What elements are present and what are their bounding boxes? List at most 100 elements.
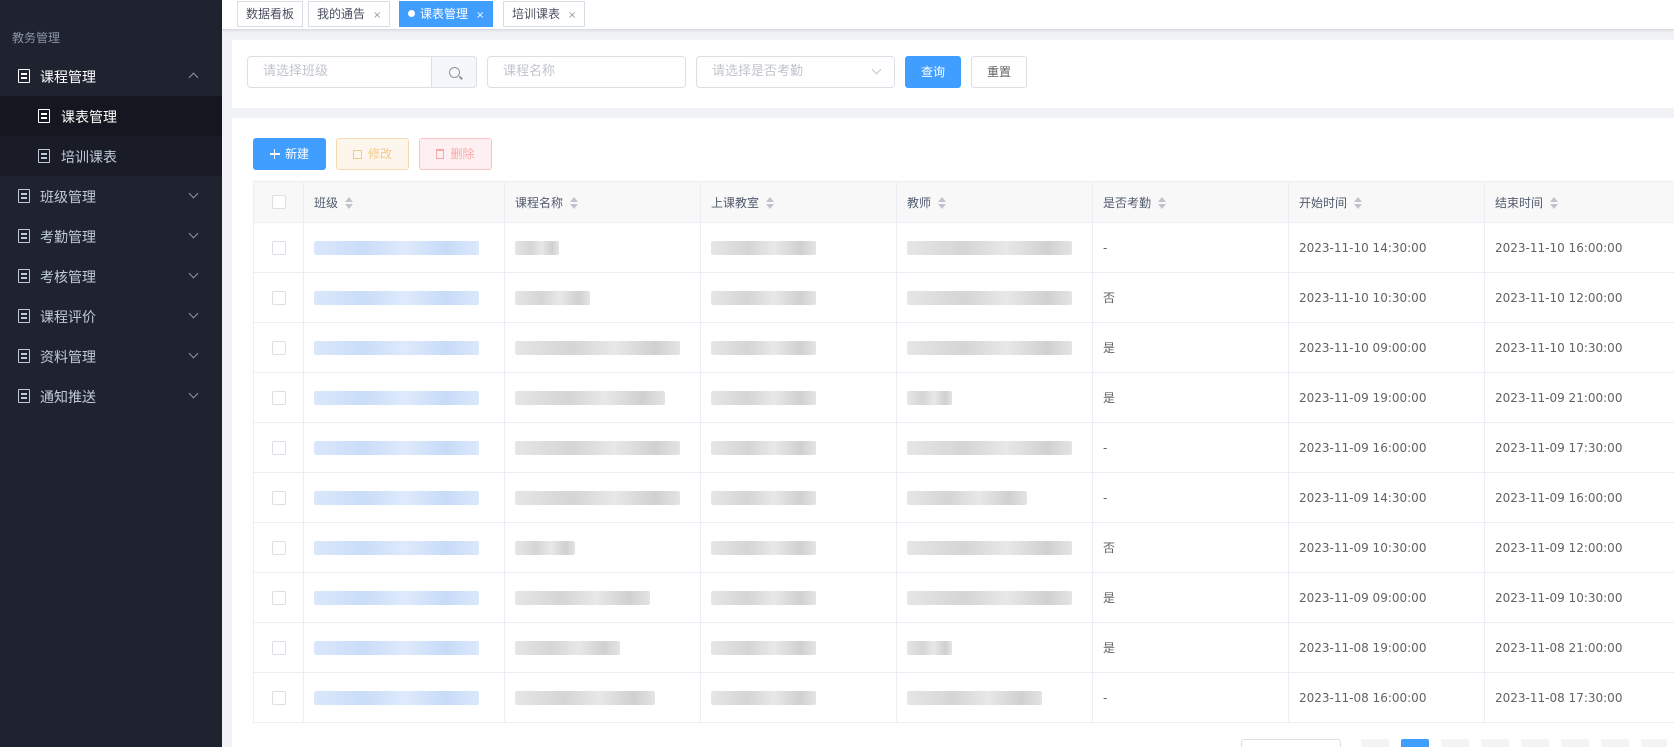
sort-icon[interactable] bbox=[1549, 196, 1559, 209]
course-name-input[interactable]: 课程名称 bbox=[487, 56, 686, 88]
select-all-checkbox[interactable] bbox=[271, 195, 286, 210]
row-checkbox[interactable] bbox=[271, 540, 286, 555]
sort-icon[interactable] bbox=[344, 196, 354, 209]
column-header-class[interactable]: 班级 bbox=[303, 181, 505, 223]
sidebar: 教务管理 课程管理 课表管理 培训课表 班级管理 考勤管理 考核管理 课程评价 … bbox=[0, 0, 222, 747]
row-checkbox[interactable] bbox=[271, 440, 286, 455]
row-checkbox[interactable] bbox=[271, 340, 286, 355]
column-header-label: 开始时间 bbox=[1299, 195, 1348, 210]
edit-button[interactable]: 修改 bbox=[336, 138, 409, 170]
end-time-cell: 2023-11-10 12:00:00 bbox=[1484, 272, 1674, 323]
class-link-redacted[interactable] bbox=[314, 440, 479, 455]
chevron-down-icon bbox=[871, 64, 882, 75]
redacted-text bbox=[907, 290, 1072, 305]
column-header-attendance[interactable]: 是否考勤 bbox=[1092, 181, 1289, 223]
sidebar-item-notification-push[interactable]: 通知推送 bbox=[0, 376, 222, 416]
close-icon[interactable]: × bbox=[373, 4, 381, 28]
page-button[interactable] bbox=[1481, 739, 1509, 747]
tab-data-dashboard[interactable]: 数据看板 bbox=[237, 1, 304, 27]
start-time-cell: 2023-11-10 14:30:00 bbox=[1288, 222, 1485, 273]
sort-icon[interactable] bbox=[765, 196, 775, 209]
start-time-cell: 2023-11-09 10:30:00 bbox=[1288, 522, 1485, 573]
sidebar-item-assessment-management[interactable]: 考核管理 bbox=[0, 256, 222, 296]
page-button[interactable] bbox=[1521, 739, 1549, 747]
redacted-text bbox=[907, 640, 952, 655]
select-all-cell bbox=[253, 181, 304, 223]
sidebar-item-course-management[interactable]: 课程管理 bbox=[0, 56, 222, 96]
class-link-redacted[interactable] bbox=[314, 540, 479, 555]
next-page-button[interactable] bbox=[1641, 739, 1667, 747]
class-link-redacted[interactable] bbox=[314, 590, 479, 605]
page-button[interactable] bbox=[1441, 739, 1469, 747]
row-checkbox[interactable] bbox=[271, 290, 286, 305]
redacted-text bbox=[711, 440, 816, 455]
class-select-input[interactable]: 请选择班级 bbox=[247, 56, 477, 88]
page-size-select[interactable] bbox=[1241, 739, 1341, 747]
sort-icon[interactable] bbox=[1353, 196, 1363, 209]
redacted-text bbox=[907, 540, 1072, 555]
delete-button[interactable]: 删除 bbox=[419, 138, 492, 170]
sort-icon[interactable] bbox=[1157, 196, 1167, 209]
table-row[interactable]: - 2023-11-10 14:30:00 2023-11-10 16:00:0… bbox=[253, 222, 1674, 273]
close-icon[interactable]: × bbox=[568, 4, 576, 28]
class-link-redacted[interactable] bbox=[314, 640, 479, 655]
row-checkbox[interactable] bbox=[271, 490, 286, 505]
tab-training-schedule[interactable]: 培训课表 × bbox=[503, 1, 586, 28]
column-header-course-name[interactable]: 课程名称 bbox=[504, 181, 701, 223]
row-checkbox[interactable] bbox=[271, 390, 286, 405]
table-row[interactable]: - 2023-11-08 16:00:00 2023-11-08 17:30:0… bbox=[253, 672, 1674, 723]
table-row[interactable]: 是 2023-11-09 19:00:00 2023-11-09 21:00:0… bbox=[253, 372, 1674, 423]
reset-button[interactable]: 重置 bbox=[971, 56, 1027, 88]
class-link-redacted[interactable] bbox=[314, 240, 479, 255]
sort-icon[interactable] bbox=[937, 196, 947, 209]
tab-my-notices[interactable]: 我的通告 × bbox=[308, 1, 391, 28]
class-link-redacted[interactable] bbox=[314, 290, 479, 305]
table-row[interactable]: 是 2023-11-10 09:00:00 2023-11-10 10:30:0… bbox=[253, 322, 1674, 373]
table-row[interactable]: 是 2023-11-08 19:00:00 2023-11-08 21:00:0… bbox=[253, 622, 1674, 673]
sidebar-subitem-training-schedule[interactable]: 培训课表 bbox=[0, 136, 222, 176]
class-link-redacted[interactable] bbox=[314, 340, 479, 355]
tab-label: 培训课表 bbox=[512, 7, 561, 21]
column-header-label: 结束时间 bbox=[1495, 195, 1544, 210]
search-icon bbox=[449, 67, 460, 78]
class-link-redacted[interactable] bbox=[314, 490, 479, 505]
end-time-cell: 2023-11-10 10:30:00 bbox=[1484, 322, 1674, 373]
class-link-redacted[interactable] bbox=[314, 690, 479, 705]
redacted-text bbox=[711, 640, 816, 655]
column-header-classroom[interactable]: 上课教室 bbox=[700, 181, 897, 223]
table-row[interactable]: - 2023-11-09 16:00:00 2023-11-09 17:30:0… bbox=[253, 422, 1674, 473]
sidebar-item-label: 培训课表 bbox=[61, 150, 117, 166]
class-search-button[interactable] bbox=[431, 56, 477, 88]
tab-schedule-management[interactable]: 课表管理 × bbox=[399, 1, 494, 28]
sidebar-item-materials-management[interactable]: 资料管理 bbox=[0, 336, 222, 376]
sidebar-subitem-schedule-management[interactable]: 课表管理 bbox=[0, 96, 222, 136]
course-name-placeholder: 课程名称 bbox=[503, 64, 556, 79]
prev-page-button[interactable] bbox=[1361, 739, 1389, 747]
attendance-cell: 是 bbox=[1092, 622, 1289, 673]
close-icon[interactable]: × bbox=[476, 4, 484, 28]
redacted-text bbox=[711, 290, 816, 305]
column-header-teacher[interactable]: 教师 bbox=[896, 181, 1093, 223]
row-checkbox[interactable] bbox=[271, 590, 286, 605]
table-row[interactable]: 否 2023-11-09 10:30:00 2023-11-09 12:00:0… bbox=[253, 522, 1674, 573]
column-header-end-time[interactable]: 结束时间 bbox=[1484, 181, 1674, 223]
row-checkbox[interactable] bbox=[271, 640, 286, 655]
table-row[interactable]: - 2023-11-09 14:30:00 2023-11-09 16:00:0… bbox=[253, 472, 1674, 523]
page-button[interactable] bbox=[1601, 739, 1629, 747]
class-link-redacted[interactable] bbox=[314, 390, 479, 405]
sidebar-item-class-management[interactable]: 班级管理 bbox=[0, 176, 222, 216]
new-button[interactable]: 新建 bbox=[253, 138, 326, 170]
page-button[interactable] bbox=[1561, 739, 1589, 747]
table-row[interactable]: 否 2023-11-10 10:30:00 2023-11-10 12:00:0… bbox=[253, 272, 1674, 323]
sidebar-item-attendance-management[interactable]: 考勤管理 bbox=[0, 216, 222, 256]
column-header-start-time[interactable]: 开始时间 bbox=[1288, 181, 1485, 223]
sidebar-group-title: 教务管理 bbox=[12, 31, 61, 45]
row-checkbox[interactable] bbox=[271, 240, 286, 255]
sidebar-item-course-evaluation[interactable]: 课程评价 bbox=[0, 296, 222, 336]
attendance-select[interactable]: 请选择是否考勤 bbox=[696, 56, 895, 88]
query-button[interactable]: 查询 bbox=[905, 56, 961, 88]
page-button-current[interactable] bbox=[1401, 739, 1429, 747]
table-row[interactable]: 是 2023-11-09 09:00:00 2023-11-09 10:30:0… bbox=[253, 572, 1674, 623]
sort-icon[interactable] bbox=[569, 196, 579, 209]
row-checkbox[interactable] bbox=[271, 690, 286, 705]
